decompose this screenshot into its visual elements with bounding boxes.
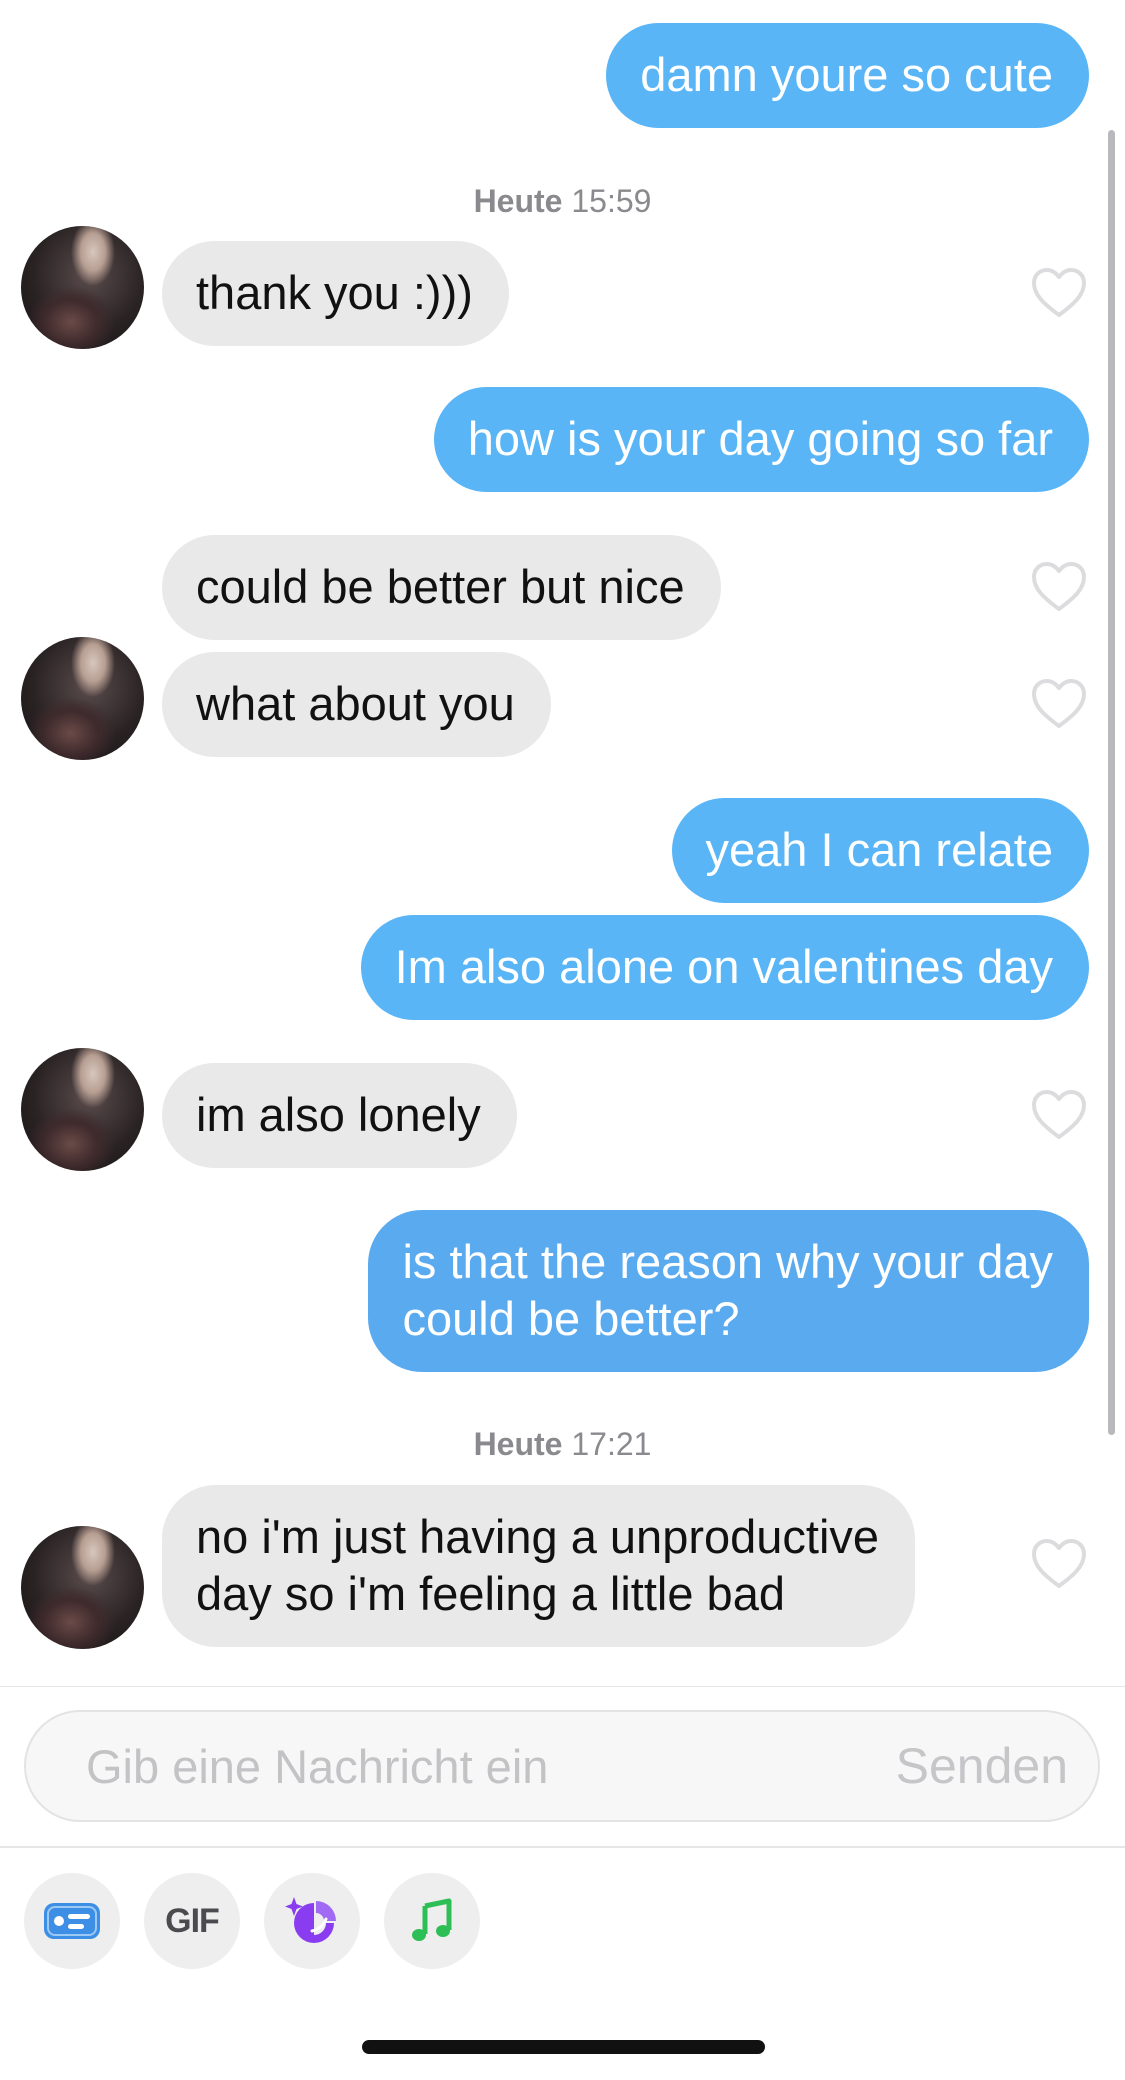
- message-text: im also lonely: [196, 1088, 481, 1141]
- music-note-icon: [412, 1898, 452, 1941]
- message-text: could be better but nice: [196, 560, 685, 613]
- avatar[interactable]: [21, 637, 144, 760]
- message-text: Im also alone on valentines day: [394, 940, 1053, 993]
- scrollbar[interactable]: [1108, 130, 1115, 1435]
- message-text-line: could be better?: [402, 1292, 740, 1345]
- incoming-message[interactable]: no i'm just having a unproductive day so…: [162, 1485, 916, 1647]
- heart-outline-icon[interactable]: [1030, 561, 1088, 613]
- incoming-message[interactable]: what about you: [162, 652, 551, 757]
- message-text-line: is that the reason why your day: [402, 1235, 1053, 1288]
- message-text: what about you: [196, 677, 515, 730]
- sparkle-sticker-icon: [285, 1897, 336, 1943]
- incoming-message[interactable]: could be better but nice: [162, 535, 721, 640]
- outgoing-message[interactable]: damn youre so cute: [606, 23, 1089, 128]
- heart-outline-icon[interactable]: [1030, 678, 1088, 730]
- music-button[interactable]: [384, 1873, 480, 1969]
- avatar[interactable]: [21, 1526, 144, 1649]
- timestamp: Heute 15:59: [0, 183, 1125, 220]
- profile-card-icon: [44, 1903, 100, 1939]
- incoming-message[interactable]: thank you :))): [162, 241, 509, 346]
- heart-outline-icon[interactable]: [1030, 1089, 1088, 1141]
- chat-screen: damn youre so cute Heute 15:59 thank you…: [0, 0, 1125, 2080]
- toolbar-divider: [0, 1846, 1125, 1848]
- message-input[interactable]: [86, 1712, 846, 1820]
- timestamp-time: 17:21: [571, 1426, 652, 1462]
- message-text: thank you :))): [196, 266, 473, 319]
- outgoing-message[interactable]: yeah I can relate: [671, 798, 1089, 903]
- timestamp-day: Heute: [473, 1426, 563, 1462]
- timestamp: Heute 17:21: [0, 1426, 1125, 1463]
- incoming-message[interactable]: im also lonely: [162, 1063, 517, 1168]
- heart-outline-icon[interactable]: [1030, 267, 1088, 319]
- avatar[interactable]: [21, 226, 144, 349]
- message-composer: Senden: [24, 1710, 1100, 1822]
- message-text: damn youre so cute: [640, 48, 1053, 101]
- message-text: how is your day going so far: [467, 412, 1053, 465]
- outgoing-message[interactable]: is that the reason why your day could be…: [368, 1210, 1089, 1372]
- message-list[interactable]: damn youre so cute Heute 15:59 thank you…: [0, 0, 1125, 1686]
- home-indicator[interactable]: [362, 2040, 765, 2054]
- sticker-button[interactable]: [264, 1873, 360, 1969]
- gif-label: GIF: [165, 1901, 220, 1940]
- outgoing-message[interactable]: Im also alone on valentines day: [360, 915, 1089, 1020]
- send-button[interactable]: Senden: [896, 1737, 1068, 1795]
- timestamp-time: 15:59: [571, 183, 652, 219]
- gif-button[interactable]: GIF: [144, 1873, 240, 1969]
- message-text-line: day so i'm feeling a little bad: [196, 1567, 785, 1620]
- outgoing-message[interactable]: how is your day going so far: [433, 387, 1089, 492]
- heart-outline-icon[interactable]: [1030, 1538, 1088, 1590]
- timestamp-day: Heute: [473, 183, 563, 219]
- profile-card-button[interactable]: [24, 1873, 120, 1969]
- avatar[interactable]: [21, 1048, 144, 1171]
- message-text: yeah I can relate: [705, 823, 1054, 876]
- message-text-line: no i'm just having a unproductive: [196, 1510, 880, 1563]
- composer-divider: [0, 1686, 1125, 1687]
